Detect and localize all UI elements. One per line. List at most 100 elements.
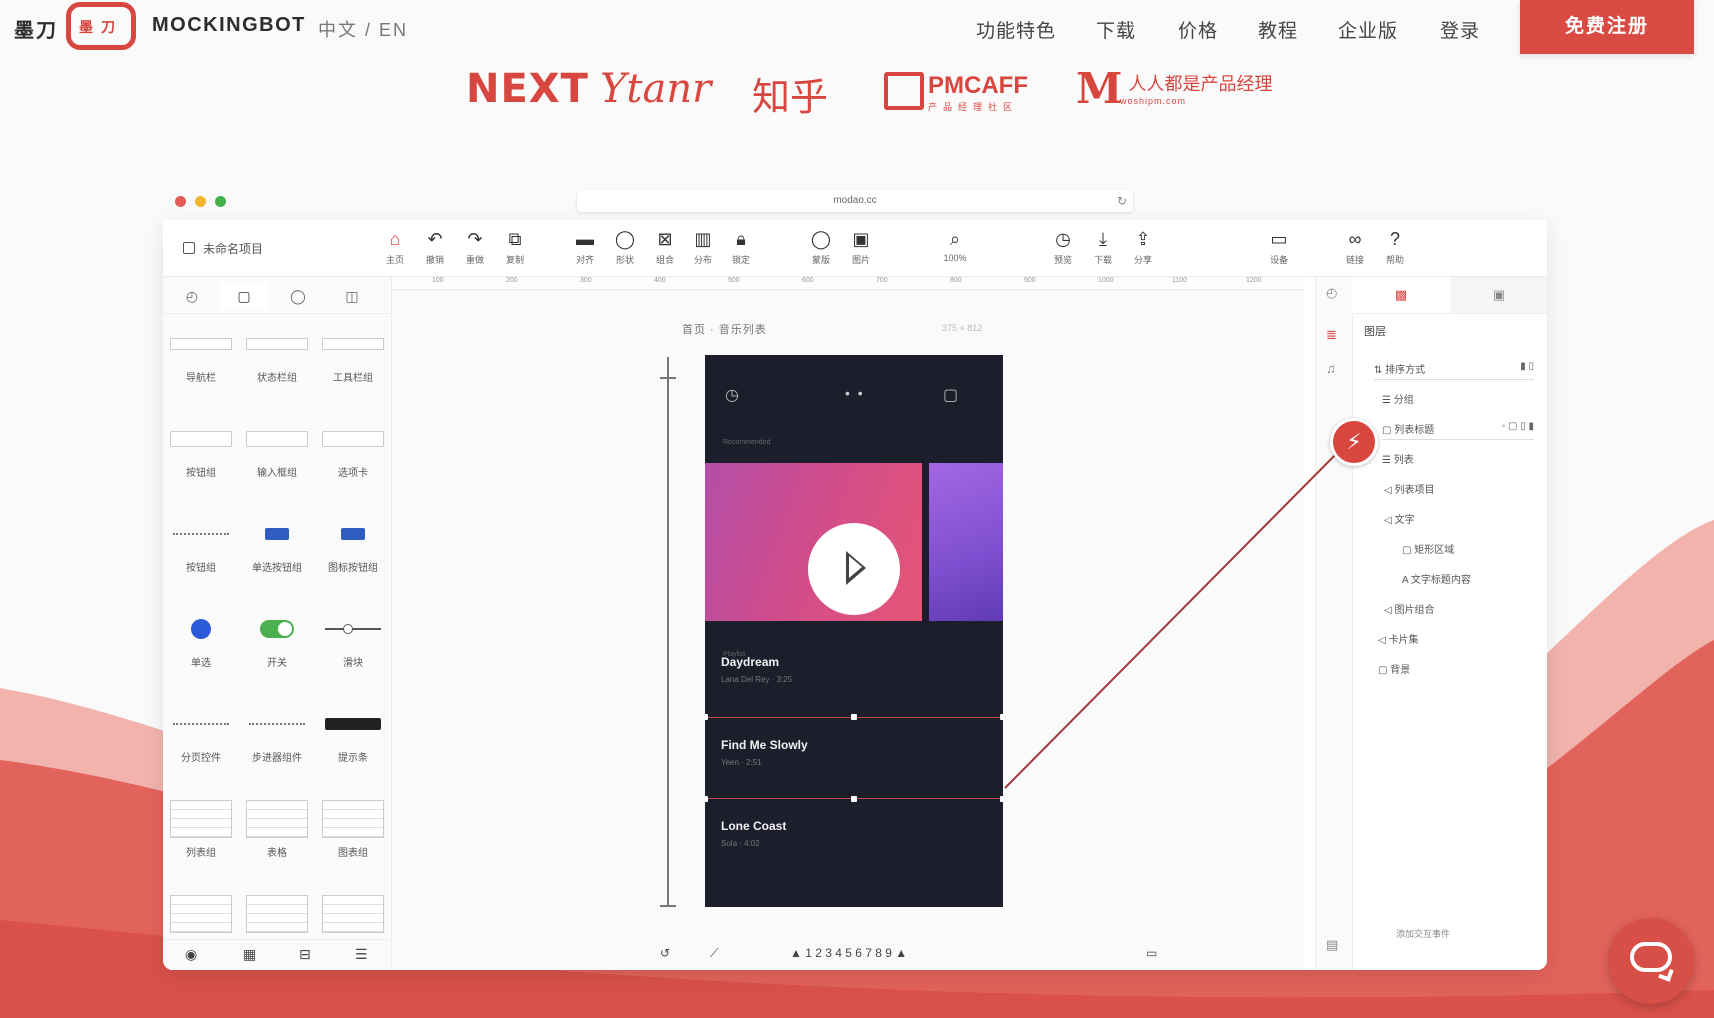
toolbar-button[interactable]: ∞ 链接	[1335, 228, 1375, 266]
toolbar-button[interactable]: ▬ 对齐	[565, 228, 605, 266]
fit-icon[interactable]: ▭	[1146, 946, 1157, 960]
clock-icon[interactable]: ◷	[725, 385, 739, 405]
nav-item-tutorials[interactable]: 教程	[1258, 16, 1298, 43]
resize-handle[interactable]	[1000, 714, 1003, 720]
settings-icon[interactable]: ▤	[1326, 937, 1338, 953]
widget-item[interactable]: 单选	[165, 606, 237, 686]
resize-handle[interactable]	[851, 796, 857, 802]
resize-handle[interactable]	[705, 714, 708, 720]
toolbar-button[interactable]: ⊠ 组合	[645, 228, 685, 266]
widget-item[interactable]: 单选按钮组	[241, 511, 313, 591]
brand-logo[interactable]: 墨刀	[66, 2, 136, 50]
widget-item[interactable]: 选项卡	[317, 416, 389, 496]
refresh-icon[interactable]: ↺	[660, 946, 670, 960]
layer-row[interactable]: ▢ 列表标题 ◦ ▢ ▯ ▮	[1382, 421, 1534, 440]
play-button[interactable]	[808, 523, 900, 615]
widget-item[interactable]: 步进器组件	[241, 701, 313, 781]
layer-row[interactable]: ◁ 图片组合	[1384, 601, 1534, 616]
widget-item[interactable]: 图标按钮组	[317, 511, 389, 591]
nav-item-enterprise[interactable]: 企业版	[1338, 16, 1398, 43]
toolbar-button[interactable]: ? 帮助	[1375, 228, 1415, 266]
layer-row[interactable]: ◁ 列表项目	[1384, 481, 1534, 496]
widget-item[interactable]: 图表组	[317, 796, 389, 876]
close-window-icon[interactable]	[175, 196, 186, 207]
layer-actions[interactable]: ◦ ▢ ▯ ▮	[1502, 421, 1534, 432]
layer-row[interactable]: ▢ 背景	[1378, 661, 1534, 676]
brand-name-en[interactable]: MOCKINGBOT	[152, 14, 306, 37]
scroll-guide[interactable]	[660, 357, 676, 907]
tab-properties[interactable]: ▣	[1450, 277, 1547, 313]
widget-item[interactable]: 状态栏组	[241, 321, 313, 401]
layer-row[interactable]: A 文字标题内容	[1402, 571, 1534, 586]
next-card[interactable]	[929, 463, 1003, 621]
toolbar-button[interactable]: ⇪ 分享	[1123, 228, 1163, 266]
widget-item[interactable]: 导航栏	[165, 321, 237, 401]
design-canvas[interactable]: 100 200 300 400 500 600 700 800 900 1000 1100 1200 …	[392, 277, 1304, 970]
pen-icon[interactable]: ⟋	[710, 946, 718, 961]
toolbar-button[interactable]: ◯ 形状	[605, 228, 645, 266]
widget-item[interactable]: 提示条	[317, 701, 389, 781]
reload-icon[interactable]: ↻	[1117, 190, 1127, 212]
toolbar-button[interactable]: ▭ 设备	[1259, 228, 1299, 266]
resize-handle[interactable]	[1000, 796, 1003, 802]
widget-item[interactable]: 按钮组	[165, 511, 237, 591]
widget-item[interactable]: 滑块	[317, 606, 389, 686]
brand-name-cn[interactable]: 墨刀	[14, 14, 58, 43]
layer-row[interactable]: ▢ 矩形区域	[1402, 541, 1534, 556]
song-row-selected[interactable]: Find Me Slowly Yeen · 2:51	[705, 717, 1003, 799]
layer-row[interactable]: ☰ 列表	[1382, 451, 1534, 466]
toolbar-button[interactable]: ⌕ 100%	[935, 228, 975, 263]
toolbar-button[interactable]: ▥ 分布	[683, 228, 723, 266]
chat-support-button[interactable]	[1608, 918, 1694, 1004]
layers-icon[interactable]: ≣	[1326, 327, 1337, 343]
toolbar-button[interactable]: ⌂ 主页	[375, 228, 415, 266]
address-bar[interactable]: modao.cc ↻	[577, 190, 1133, 212]
widget-item[interactable]: 列表组	[165, 796, 237, 876]
language-switch[interactable]: 中文 / EN	[318, 16, 408, 42]
toolbar-button[interactable]: ▣ 图片	[841, 228, 881, 266]
tab-icons[interactable]: ◯	[275, 283, 321, 309]
layer-row[interactable]: ◁ 卡片集	[1378, 631, 1534, 646]
footer-icon-4[interactable]: ☰	[355, 946, 368, 963]
add-interaction-link[interactable]: 添加交互事件	[1396, 927, 1450, 940]
layer-row[interactable]: ☰ 分组	[1382, 391, 1534, 406]
song-row[interactable]: Lone Coast Sola · 4:02	[705, 799, 1003, 881]
toolbar-button[interactable]: ↷ 重做	[455, 228, 495, 266]
minimize-window-icon[interactable]	[195, 196, 206, 207]
nav-item-pricing[interactable]: 价格	[1178, 16, 1218, 43]
widget-item[interactable]: 工具栏组	[317, 321, 389, 401]
tab-widgets[interactable]: ▢	[221, 283, 267, 309]
resize-handle[interactable]	[851, 714, 857, 720]
resize-handle[interactable]	[705, 796, 708, 802]
widget-item[interactable]: 表格	[241, 796, 313, 876]
project-name[interactable]: 未命名项目	[183, 240, 263, 257]
nav-item-login[interactable]: 登录	[1440, 16, 1480, 43]
tab-templates[interactable]: ◫	[329, 283, 375, 309]
toolbar-button[interactable]: 🔒︎ 锁定	[721, 228, 761, 266]
widget-item[interactable]: 开关	[241, 606, 313, 686]
widget-item[interactable]: 分页控件	[165, 701, 237, 781]
nav-item-download[interactable]: 下载	[1096, 16, 1136, 43]
layer-row[interactable]: ⇅ 排序方式 ▮ ▯	[1374, 361, 1534, 380]
page-selector[interactable]: ▲ 1 2 3 4 5 6 7 8 9 ▲	[790, 946, 907, 960]
phone-mockup[interactable]: ◷ • • ▢ Recommended Playlist Daydream La…	[705, 355, 1003, 907]
layer-actions[interactable]: ▮ ▯	[1520, 361, 1534, 372]
audio-icon[interactable]: ♫	[1326, 361, 1336, 376]
widget-item[interactable]: 按钮组	[165, 416, 237, 496]
menu-icon[interactable]: ▢	[943, 385, 958, 405]
maximize-window-icon[interactable]	[215, 196, 226, 207]
footer-icon-2[interactable]: ▦	[243, 946, 256, 963]
signup-button[interactable]: 免费注册	[1520, 0, 1694, 54]
toolbar-button[interactable]: ◷ 预览	[1043, 228, 1083, 266]
tab-layers[interactable]: ▩	[1352, 277, 1450, 313]
toolbar-button[interactable]: ⧉ 复制	[495, 228, 535, 266]
layer-row[interactable]: ◁ 文字	[1384, 511, 1534, 526]
nav-item-features[interactable]: 功能特色	[976, 16, 1056, 43]
toolbar-button[interactable]: ↶ 撤销	[415, 228, 455, 266]
footer-icon-3[interactable]: ⊟	[299, 946, 311, 963]
widget-item[interactable]: 输入框组	[241, 416, 313, 496]
tab-history[interactable]: ◴	[169, 283, 215, 309]
song-row[interactable]: Daydream Lana Del Rey · 3:25	[705, 635, 1003, 717]
footer-icon-1[interactable]: ◉	[185, 946, 197, 963]
toolbar-button[interactable]: ⤓ 下载	[1083, 228, 1123, 266]
